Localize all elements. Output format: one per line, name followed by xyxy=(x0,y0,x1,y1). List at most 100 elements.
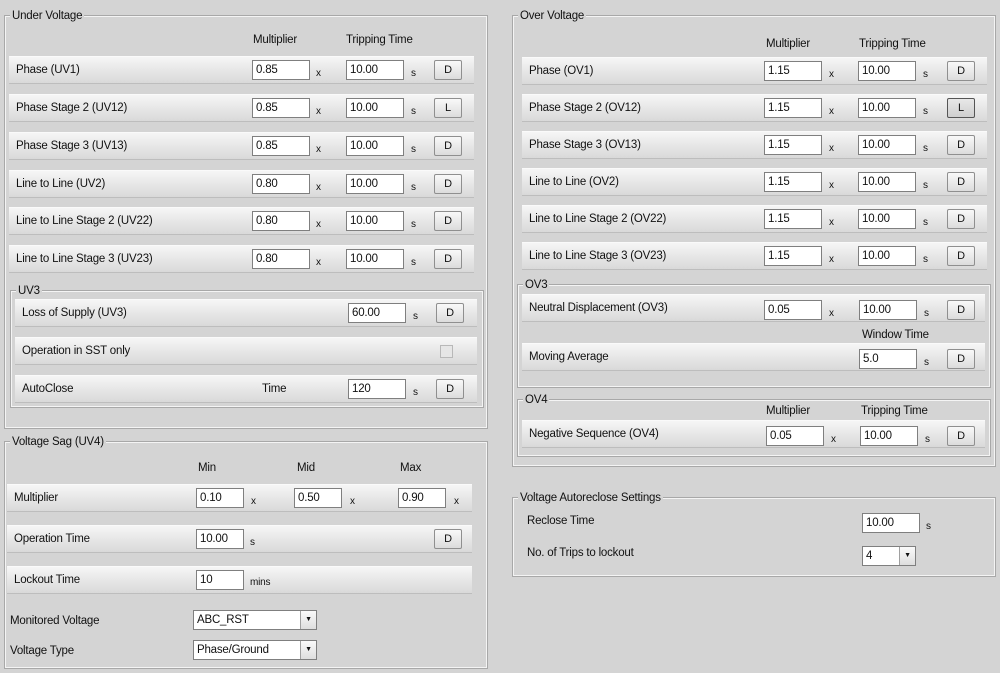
uv2-multiplier-input[interactable]: 0.80 xyxy=(252,174,310,194)
chevron-down-icon[interactable]: ▼ xyxy=(899,547,915,565)
ov3-moving-input[interactable]: 5.0 xyxy=(859,349,917,369)
unit-x: x xyxy=(316,68,321,79)
ov4-neg-d-button[interactable]: D xyxy=(947,426,975,446)
reclose-time-input[interactable]: 10.00 xyxy=(862,513,920,533)
sag-lockout-label: Lockout Time xyxy=(14,574,80,586)
unit-x: x xyxy=(251,496,256,507)
uv13-tripping-input[interactable]: 10.00 xyxy=(346,136,404,156)
ov-row-phase-stage3-ov13: Phase Stage 3 (OV13) 1.15 x 10.00 s D xyxy=(522,131,987,159)
uv22-d-button[interactable]: D xyxy=(434,211,462,231)
uv1-d-button[interactable]: D xyxy=(434,60,462,80)
ov23-multiplier-input[interactable]: 1.15 xyxy=(764,246,822,266)
unit-x: x xyxy=(316,144,321,155)
reclose-time-label: Reclose Time xyxy=(527,515,595,527)
under-voltage-title: Under Voltage xyxy=(10,9,85,23)
uv22-multiplier-input[interactable]: 0.80 xyxy=(252,211,310,231)
ov13-tripping-input[interactable]: 10.00 xyxy=(858,135,916,155)
uv12-tripping-input[interactable]: 10.00 xyxy=(346,98,404,118)
uv23-multiplier-input[interactable]: 0.80 xyxy=(252,249,310,269)
ov3-neutral-d-button[interactable]: D xyxy=(947,300,975,320)
sag-operation-input[interactable]: 10.00 xyxy=(196,529,244,549)
sag-mid-header: Mid xyxy=(297,462,315,474)
monitored-voltage-value: ABC_RST xyxy=(197,614,249,626)
ov-row-line-to-line-stage3-ov23: Line to Line Stage 3 (OV23) 1.15 x 10.00… xyxy=(522,242,987,270)
ov23-d-button[interactable]: D xyxy=(947,246,975,266)
uv22-tripping-input[interactable]: 10.00 xyxy=(346,211,404,231)
unit-s: s xyxy=(924,357,929,368)
uv1-tripping-input[interactable]: 10.00 xyxy=(346,60,404,80)
uv-row-phase-uv1: Phase (UV1) 0.85 x 10.00 s D xyxy=(9,56,474,84)
ov12-tripping-input[interactable]: 10.00 xyxy=(858,98,916,118)
sag-mid-input[interactable]: 0.50 xyxy=(294,488,342,508)
uv13-d-button[interactable]: D xyxy=(434,136,462,156)
ov-row-line-to-line-ov2: Line to Line (OV2) 1.15 x 10.00 s D xyxy=(522,168,987,196)
sag-multiplier-row: Multiplier 0.10 x 0.50 x 0.90 x xyxy=(7,484,472,512)
ov2-tripping-input[interactable]: 10.00 xyxy=(858,172,916,192)
unit-s: s xyxy=(923,254,928,265)
monitored-voltage-select[interactable]: ABC_RST ▼ xyxy=(193,610,317,630)
ov-row-label: Line to Line (OV2) xyxy=(529,176,619,188)
ov4-neg-multiplier-input[interactable]: 0.05 xyxy=(766,426,824,446)
uv3-loss-input[interactable]: 60.00 xyxy=(348,303,406,323)
uv3-loss-d-button[interactable]: D xyxy=(436,303,464,323)
unit-x: x xyxy=(829,180,834,191)
uv12-l-button[interactable]: L xyxy=(434,98,462,118)
unit-s: s xyxy=(411,182,416,193)
uv2-d-button[interactable]: D xyxy=(434,174,462,194)
trips-to-lockout-select[interactable]: 4 ▼ xyxy=(862,546,916,566)
sag-lockout-input[interactable]: 10 xyxy=(196,570,244,590)
uv23-d-button[interactable]: D xyxy=(434,249,462,269)
unit-x: x xyxy=(829,254,834,265)
ov13-multiplier-input[interactable]: 1.15 xyxy=(764,135,822,155)
ov3-moving-average-row: Moving Average 5.0 s D xyxy=(522,343,985,371)
ov22-d-button[interactable]: D xyxy=(947,209,975,229)
ov23-tripping-input[interactable]: 10.00 xyxy=(858,246,916,266)
ov12-l-button[interactable]: L xyxy=(947,98,975,118)
ov1-multiplier-input[interactable]: 1.15 xyxy=(764,61,822,81)
unit-x: x xyxy=(831,434,836,445)
sag-max-input[interactable]: 0.90 xyxy=(398,488,446,508)
ov-row-label: Phase Stage 2 (OV12) xyxy=(529,102,641,114)
uv3-autoclose-d-button[interactable]: D xyxy=(436,379,464,399)
uv3-autoclose-input[interactable]: 120 xyxy=(348,379,406,399)
ov-row-label: Phase Stage 3 (OV13) xyxy=(529,139,641,151)
sag-min-input[interactable]: 0.10 xyxy=(196,488,244,508)
ov3-neutral-multiplier-input[interactable]: 0.05 xyxy=(764,300,822,320)
uv-row-label: Line to Line Stage 3 (UV23) xyxy=(16,253,153,265)
unit-s: s xyxy=(923,106,928,117)
ov1-d-button[interactable]: D xyxy=(947,61,975,81)
ov1-tripping-input[interactable]: 10.00 xyxy=(858,61,916,81)
ov3-neutral-time-input[interactable]: 10.00 xyxy=(859,300,917,320)
unit-s: s xyxy=(926,521,931,532)
uv3-title: UV3 xyxy=(16,284,42,298)
uv-row-phase-stage3-uv13: Phase Stage 3 (UV13) 0.85 x 10.00 s D xyxy=(9,132,474,160)
uv23-tripping-input[interactable]: 10.00 xyxy=(346,249,404,269)
uv-row-label: Phase Stage 3 (UV13) xyxy=(16,140,128,152)
unit-x: x xyxy=(316,257,321,268)
monitored-voltage-label: Monitored Voltage xyxy=(10,615,100,627)
uv3-sst-checkbox[interactable] xyxy=(440,345,453,358)
ov22-tripping-input[interactable]: 10.00 xyxy=(858,209,916,229)
ov2-d-button[interactable]: D xyxy=(947,172,975,192)
ov4-neg-time-input[interactable]: 10.00 xyxy=(860,426,918,446)
unit-x: x xyxy=(829,106,834,117)
voltage-type-select[interactable]: Phase/Ground ▼ xyxy=(193,640,317,660)
uv12-multiplier-input[interactable]: 0.85 xyxy=(252,98,310,118)
ov3-moving-d-button[interactable]: D xyxy=(947,349,975,369)
uv13-multiplier-input[interactable]: 0.85 xyxy=(252,136,310,156)
sag-operation-label: Operation Time xyxy=(14,533,90,545)
sag-operation-d-button[interactable]: D xyxy=(434,529,462,549)
uv3-autoclose-label: AutoClose xyxy=(22,383,74,395)
ov2-multiplier-input[interactable]: 1.15 xyxy=(764,172,822,192)
chevron-down-icon[interactable]: ▼ xyxy=(300,611,316,629)
ov3-window-time-header: Window Time xyxy=(862,329,929,341)
uv3-loss-label: Loss of Supply (UV3) xyxy=(22,307,127,319)
uv2-tripping-input[interactable]: 10.00 xyxy=(346,174,404,194)
ov12-multiplier-input[interactable]: 1.15 xyxy=(764,98,822,118)
over-voltage-title: Over Voltage xyxy=(518,9,587,23)
chevron-down-icon[interactable]: ▼ xyxy=(300,641,316,659)
uv1-multiplier-input[interactable]: 0.85 xyxy=(252,60,310,80)
ov13-d-button[interactable]: D xyxy=(947,135,975,155)
ov22-multiplier-input[interactable]: 1.15 xyxy=(764,209,822,229)
unit-s: s xyxy=(411,257,416,268)
